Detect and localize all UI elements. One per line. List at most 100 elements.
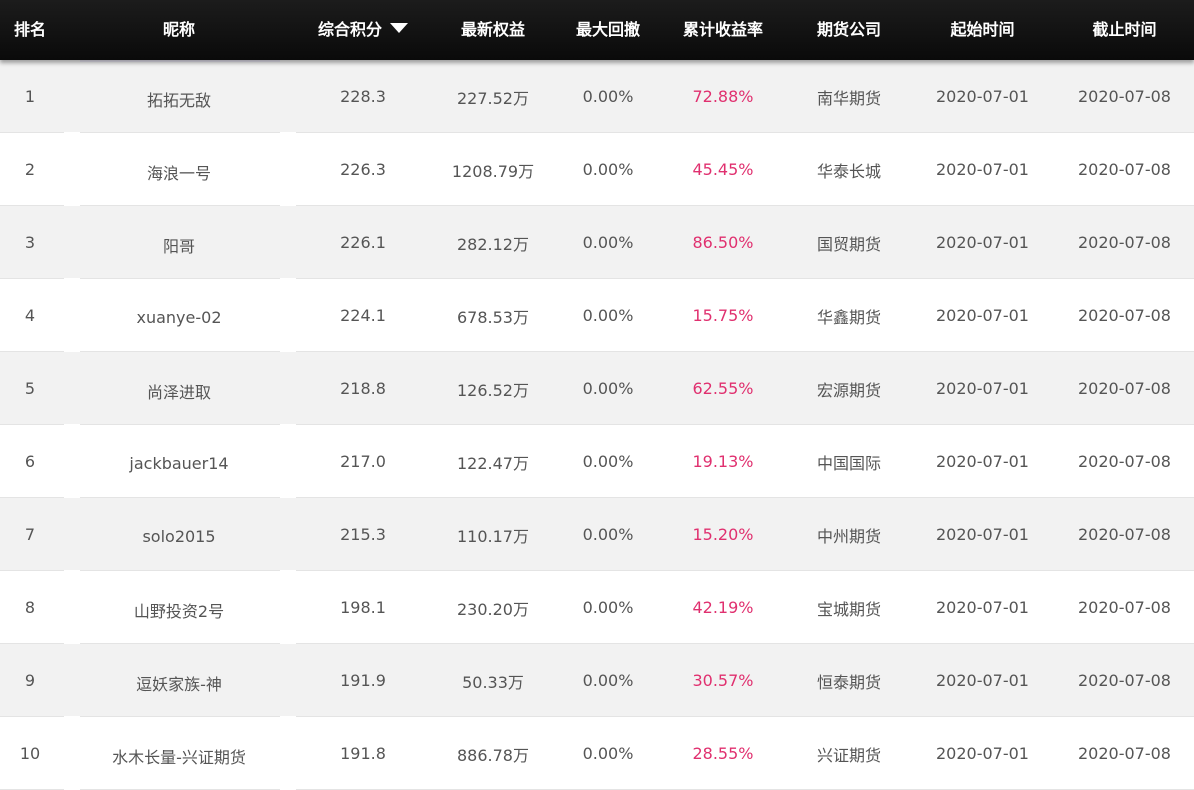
cell-nickname: 逗妖家族-神 <box>136 674 222 694</box>
cell-company: 华泰长城 <box>816 161 881 181</box>
column-header-rank: 排名 <box>13 20 46 39</box>
cell-return: 30.57% <box>692 671 754 690</box>
cell-drawdown: 0.00% <box>582 306 634 325</box>
cell-equity: 1208.79万 <box>451 161 535 181</box>
cell-rank: 3 <box>24 233 36 252</box>
cell-drawdown: 0.00% <box>582 452 634 471</box>
cell-rank: 10 <box>19 744 41 763</box>
column-header-score[interactable]: 综合积分 <box>298 0 428 60</box>
cell-drawdown: 0.00% <box>582 379 634 398</box>
table-row: 10 水木长量-兴证期货 191.8 886.78万 0.00% 28.55% 兴证期货 20… <box>0 717 1194 790</box>
cell-score: 226.3 <box>340 160 386 179</box>
cell-drawdown: 0.00% <box>582 671 634 690</box>
cell-rank: 2 <box>24 160 36 179</box>
cell-drawdown: 0.00% <box>582 160 634 179</box>
cell-nickname: jackbauer14 <box>129 454 229 473</box>
cell-equity: 110.17万 <box>457 526 529 546</box>
cell-nickname: 水木长量-兴证期货 <box>112 747 246 767</box>
cell-drawdown: 0.00% <box>582 87 634 106</box>
cell-company: 中州期货 <box>816 526 881 546</box>
column-header-return: 累计收益率 <box>682 20 763 39</box>
column-header-company: 期货公司 <box>816 20 881 39</box>
cell-score: 218.8 <box>340 379 386 398</box>
cell-score: 198.1 <box>340 598 386 617</box>
cell-end: 2020-07-08 <box>1078 525 1171 544</box>
cell-company: 国贸期货 <box>816 234 881 254</box>
table-row: 3 阳哥 226.1 282.12万 0.00% 86.50% 国贸期货 2020-07-01… <box>0 206 1194 279</box>
cell-company: 中国国际 <box>816 453 881 473</box>
cell-start: 2020-07-01 <box>936 598 1029 617</box>
cell-start: 2020-07-01 <box>936 87 1029 106</box>
cell-nickname: 拓拓无敌 <box>146 90 211 110</box>
cell-drawdown: 0.00% <box>582 525 634 544</box>
cell-start: 2020-07-01 <box>936 744 1029 763</box>
cell-nickname: xuanye-02 <box>136 308 222 327</box>
cell-score: 191.8 <box>340 744 386 763</box>
column-header-equity: 最新权益 <box>460 20 525 39</box>
table-row: 5 尚泽进取 218.8 126.52万 0.00% 62.55% 宏源期货 2020-07-… <box>0 352 1194 425</box>
cell-score: 228.3 <box>340 87 386 106</box>
cell-start: 2020-07-01 <box>936 452 1029 471</box>
table-row: 2 海浪一号 226.3 1208.79万 0.00% 45.45% 华泰长城 2020-07… <box>0 133 1194 206</box>
table-row: 9 逗妖家族-神 191.9 50.33万 0.00% 30.57% 恒泰期货 2020-07… <box>0 644 1194 717</box>
column-header-score-label[interactable]: 综合积分 <box>318 16 382 40</box>
cell-end: 2020-07-08 <box>1078 379 1171 398</box>
cell-score: 191.9 <box>340 671 386 690</box>
table-body: 1 拓拓无敌 228.3 227.52万 0.00% 72.88% 南华期货 2020-07-… <box>0 60 1194 790</box>
table-row: 1 拓拓无敌 228.3 227.52万 0.00% 72.88% 南华期货 2020-07-… <box>0 60 1194 133</box>
cell-company: 兴证期货 <box>816 745 881 765</box>
ranking-table: 排名 昵称 综合积分 最新权益 最大回撤 累计收益率 期货公司 起始时间 截止时… <box>0 0 1194 790</box>
cell-rank: 4 <box>24 306 36 325</box>
column-header-nickname: 昵称 <box>162 20 195 39</box>
cell-end: 2020-07-08 <box>1078 598 1171 617</box>
cell-end: 2020-07-08 <box>1078 306 1171 325</box>
cell-nickname: 海浪一号 <box>146 163 211 183</box>
cell-return: 86.50% <box>692 233 754 252</box>
cell-equity: 126.52万 <box>457 380 529 400</box>
cell-end: 2020-07-08 <box>1078 671 1171 690</box>
cell-end: 2020-07-08 <box>1078 233 1171 252</box>
cell-company: 南华期货 <box>816 88 881 108</box>
cell-nickname: 阳哥 <box>162 236 195 256</box>
cell-start: 2020-07-01 <box>936 525 1029 544</box>
cell-nickname: solo2015 <box>142 527 216 546</box>
cell-rank: 5 <box>24 379 36 398</box>
cell-start: 2020-07-01 <box>936 160 1029 179</box>
cell-start: 2020-07-01 <box>936 379 1029 398</box>
cell-end: 2020-07-08 <box>1078 744 1171 763</box>
cell-rank: 9 <box>24 671 36 690</box>
cell-equity: 122.47万 <box>457 453 529 473</box>
cell-start: 2020-07-01 <box>936 306 1029 325</box>
cell-company: 恒泰期货 <box>816 672 881 692</box>
cell-return: 15.75% <box>692 306 754 325</box>
cell-company: 宝城期货 <box>816 599 881 619</box>
cell-end: 2020-07-08 <box>1078 160 1171 179</box>
cell-drawdown: 0.00% <box>582 598 634 617</box>
cell-drawdown: 0.00% <box>582 744 634 763</box>
cell-drawdown: 0.00% <box>582 233 634 252</box>
triangle-down-icon[interactable] <box>390 23 408 33</box>
cell-score: 224.1 <box>340 306 386 325</box>
table-header: 排名 昵称 综合积分 最新权益 最大回撤 累计收益率 期货公司 起始时间 截止时… <box>0 0 1194 60</box>
cell-end: 2020-07-08 <box>1078 87 1171 106</box>
cell-equity: 50.33万 <box>462 672 524 692</box>
cell-return: 45.45% <box>692 160 754 179</box>
cell-score: 215.3 <box>340 525 386 544</box>
cell-equity: 230.20万 <box>457 599 529 619</box>
cell-company: 宏源期货 <box>816 380 881 400</box>
cell-return: 15.20% <box>692 525 754 544</box>
cell-equity: 678.53万 <box>457 307 529 327</box>
cell-rank: 7 <box>24 525 36 544</box>
cell-start: 2020-07-01 <box>936 233 1029 252</box>
cell-score: 226.1 <box>340 233 386 252</box>
cell-score: 217.0 <box>340 452 386 471</box>
cell-equity: 227.52万 <box>457 88 529 108</box>
cell-return: 28.55% <box>692 744 754 763</box>
cell-equity: 886.78万 <box>457 745 529 765</box>
cell-end: 2020-07-08 <box>1078 452 1171 471</box>
cell-nickname: 尚泽进取 <box>146 382 211 402</box>
column-header-start: 起始时间 <box>950 20 1015 39</box>
cell-equity: 282.12万 <box>457 234 529 254</box>
cell-rank: 1 <box>24 87 36 106</box>
cell-rank: 6 <box>24 452 36 471</box>
